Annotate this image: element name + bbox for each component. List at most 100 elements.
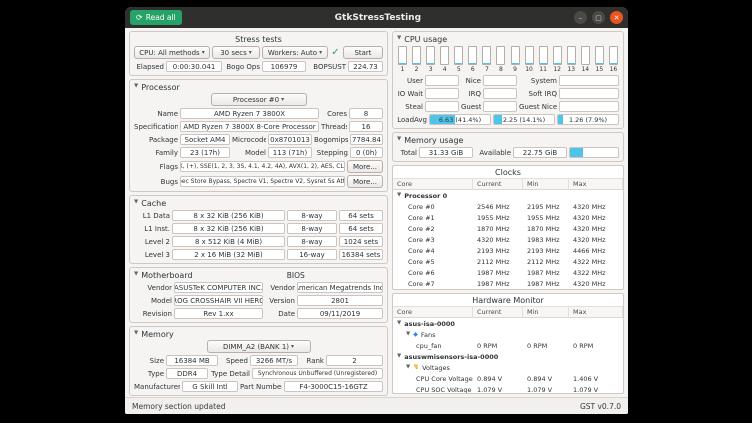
cache-ways-value[interactable]: 8-way bbox=[287, 236, 337, 247]
table-row[interactable]: CPU SOC Voltage1.079 V1.079 V1.079 V bbox=[393, 384, 623, 394]
irq-value[interactable] bbox=[483, 88, 517, 99]
titlebar[interactable]: ⟳Read all GtkStressTesting – ▢ ✕ bbox=[125, 7, 628, 28]
table-row[interactable]: Core #52112 MHz2112 MHz4322 MHz bbox=[393, 256, 623, 267]
table-row[interactable]: Core #21870 MHz1870 MHz4320 MHz bbox=[393, 223, 623, 234]
mb-vendor-value[interactable]: ASUSTeK COMPUTER INC. bbox=[174, 282, 263, 293]
flags-value[interactable]: MMX, (+), SSE(1, 2, 3, 3S, 4.1, 4.2, 4A)… bbox=[180, 161, 345, 172]
duration-dropdown[interactable]: 30 secs▾ bbox=[212, 46, 260, 59]
processor-selector-dropdown[interactable]: Processor #0▾ bbox=[211, 93, 307, 106]
read-all-button[interactable]: ⟳Read all bbox=[130, 10, 182, 25]
flags-more-button[interactable]: More... bbox=[347, 160, 383, 173]
expander-icon[interactable]: ▼ bbox=[134, 200, 138, 206]
bogomips-value[interactable]: 7784.84 bbox=[350, 134, 383, 145]
bogo-ops-value[interactable]: 106979 bbox=[262, 61, 306, 72]
cache-sets-value[interactable]: 16384 sets bbox=[339, 249, 383, 260]
available-value[interactable]: 22.75 GiB bbox=[513, 147, 567, 158]
nice-value[interactable] bbox=[483, 75, 517, 86]
loadavg-5min[interactable]: 2.25 (14.1%) bbox=[493, 114, 555, 125]
minimize-button[interactable]: – bbox=[574, 11, 587, 24]
expander-icon[interactable]: ▼ bbox=[134, 84, 138, 90]
dimm-rank-value[interactable]: 2 bbox=[326, 355, 383, 366]
user-value[interactable] bbox=[425, 75, 459, 86]
max-column-header[interactable]: Max bbox=[569, 178, 623, 190]
bios-date-value[interactable]: 09/11/2019 bbox=[297, 308, 383, 319]
expander-icon[interactable]: ▼ bbox=[397, 36, 401, 42]
bugs-more-button[interactable]: More... bbox=[347, 175, 383, 188]
system-value[interactable] bbox=[559, 75, 619, 86]
clocks-group-row[interactable]: ▼Processor 0 bbox=[393, 190, 623, 201]
table-row[interactable]: CPU Core Voltage0.894 V0.894 V1.406 V bbox=[393, 373, 623, 384]
dimm-manufacturer-value[interactable]: G Skill Intl bbox=[182, 381, 238, 392]
cache-size-value[interactable]: 8 x 32 KiB (256 KiB) bbox=[172, 223, 285, 234]
cache-ways-value[interactable]: 16-way bbox=[287, 249, 337, 260]
core-column-header[interactable]: Core bbox=[393, 306, 473, 318]
expander-icon[interactable]: ▼ bbox=[397, 354, 401, 360]
table-row[interactable]: Core #11955 MHz1955 MHz4320 MHz bbox=[393, 212, 623, 223]
expander-icon[interactable]: ▼ bbox=[406, 332, 410, 338]
bopsust-value[interactable]: 224.73 bbox=[348, 61, 383, 72]
cores-value[interactable]: 8 bbox=[349, 108, 383, 119]
table-row[interactable]: Core #42193 MHz2193 MHz4466 MHz bbox=[393, 245, 623, 256]
table-row[interactable]: Core #02546 MHz2195 MHz4320 MHz bbox=[393, 201, 623, 212]
dimm-type-value[interactable]: DDR4 bbox=[166, 368, 208, 379]
microcode-value[interactable]: 0x8701013 bbox=[268, 134, 312, 145]
mb-revision-value[interactable]: Rev 1.xx bbox=[174, 308, 263, 319]
start-button[interactable]: Start bbox=[343, 46, 383, 59]
cpu-name-value[interactable]: AMD Ryzen 7 3800X bbox=[180, 108, 319, 119]
cache-ways-value[interactable]: 8-way bbox=[287, 210, 337, 221]
cache-sets-value[interactable]: 64 sets bbox=[339, 210, 383, 221]
guest-nice-value[interactable] bbox=[559, 101, 619, 112]
soft-irq-value[interactable] bbox=[559, 88, 619, 99]
table-row[interactable]: Core #34320 MHz1983 MHz4320 MHz bbox=[393, 234, 623, 245]
hwmon-group-row[interactable]: ▼↯Voltages bbox=[393, 362, 623, 373]
elapsed-value[interactable]: 0:00:30.041 bbox=[166, 61, 222, 72]
cache-ways-value[interactable]: 8-way bbox=[287, 223, 337, 234]
expander-icon[interactable]: ▼ bbox=[397, 321, 401, 327]
cache-size-value[interactable]: 8 x 512 KiB (4 MiB) bbox=[172, 236, 285, 247]
dimm-part-number-value[interactable]: F4-3000C15-16GTZ bbox=[284, 381, 383, 392]
table-row[interactable]: Core #71987 MHz1987 MHz4320 MHz bbox=[393, 278, 623, 289]
hwmon-chip-row[interactable]: ▼asus-isa-0000 bbox=[393, 318, 623, 329]
total-value[interactable]: 31.33 GiB bbox=[419, 147, 473, 158]
dimm-selector-dropdown[interactable]: DIMM_A2 (BANK 1)▾ bbox=[207, 340, 311, 353]
io-wait-value[interactable] bbox=[425, 88, 459, 99]
guest-value[interactable] bbox=[483, 101, 517, 112]
maximize-button[interactable]: ▢ bbox=[592, 11, 605, 24]
expander-icon[interactable]: ▼ bbox=[406, 365, 410, 371]
cache-sets-value[interactable]: 64 sets bbox=[339, 223, 383, 234]
dimm-size-value[interactable]: 16384 MB bbox=[166, 355, 218, 366]
loadavg-15min[interactable]: 1.26 (7.9%) bbox=[557, 114, 619, 125]
cache-size-value[interactable]: 8 x 32 KiB (256 KiB) bbox=[172, 210, 285, 221]
hwmon-chip-row[interactable]: ▼asuswmisensors-isa-0000 bbox=[393, 351, 623, 362]
family-value[interactable]: 23 (17h) bbox=[180, 147, 230, 158]
model-value[interactable]: 113 (71h) bbox=[268, 147, 312, 158]
core-column-header[interactable]: Core bbox=[393, 178, 473, 190]
min-column-header[interactable]: Min bbox=[523, 306, 569, 318]
cache-size-value[interactable]: 2 x 16 MiB (32 MiB) bbox=[172, 249, 285, 260]
workers-dropdown[interactable]: Workers: Auto▾ bbox=[262, 46, 328, 59]
current-column-header[interactable]: Current bbox=[473, 306, 523, 318]
dimm-speed-value[interactable]: 3266 MT/s bbox=[250, 355, 298, 366]
steal-value[interactable] bbox=[425, 101, 459, 112]
expander-icon[interactable]: ▼ bbox=[397, 137, 401, 143]
table-row[interactable]: Core #61987 MHz1987 MHz4322 MHz bbox=[393, 267, 623, 278]
specification-value[interactable]: AMD Ryzen 7 3800X 8-Core Processor bbox=[180, 121, 319, 132]
expander-icon[interactable]: ▼ bbox=[134, 272, 138, 278]
cache-sets-value[interactable]: 1024 sets bbox=[339, 236, 383, 247]
bios-version-value[interactable]: 2801 bbox=[297, 295, 383, 306]
max-column-header[interactable]: Max bbox=[569, 306, 623, 318]
threads-value[interactable]: 16 bbox=[349, 121, 383, 132]
stepping-value[interactable]: 0 (0h) bbox=[350, 147, 383, 158]
bugs-value[interactable]: Spec Store Bypass, Spectre V1, Spectre V… bbox=[180, 176, 345, 187]
expander-icon[interactable]: ▼ bbox=[397, 193, 401, 199]
current-column-header[interactable]: Current bbox=[473, 178, 523, 190]
mb-model-value[interactable]: ROG CROSSHAIR VII HERO bbox=[174, 295, 263, 306]
table-row[interactable]: cpu_fan0 RPM0 RPM0 RPM bbox=[393, 340, 623, 351]
cpu-method-dropdown[interactable]: CPU: All methods▾ bbox=[134, 46, 210, 59]
hwmon-group-row[interactable]: ▼◆Fans bbox=[393, 329, 623, 340]
close-button[interactable]: ✕ bbox=[610, 11, 623, 24]
expander-icon[interactable]: ▼ bbox=[134, 331, 138, 337]
min-column-header[interactable]: Min bbox=[523, 178, 569, 190]
dimm-type-detail-value[interactable]: Synchronous Unbuffered (Unregistered) bbox=[252, 368, 383, 379]
package-value[interactable]: Socket AM4 bbox=[180, 134, 230, 145]
